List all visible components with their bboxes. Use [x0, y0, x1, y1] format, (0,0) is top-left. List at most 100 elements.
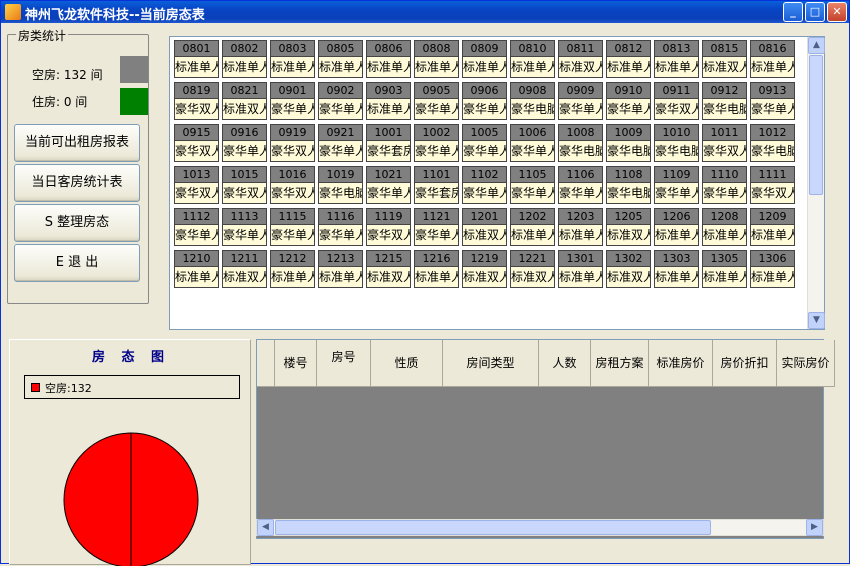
room-tile[interactable]: 1019 豪华电脑双间: [318, 166, 363, 204]
room-tile[interactable]: 1201 标准双人间: [462, 208, 507, 246]
room-tile[interactable]: 1119 豪华双人间: [366, 208, 411, 246]
room-tile[interactable]: 0915 豪华双人间: [174, 124, 219, 162]
table-column-header[interactable]: 实际房价: [777, 340, 835, 387]
minimize-button[interactable]: _: [783, 2, 803, 22]
room-tile[interactable]: 1109 豪华单人间: [654, 166, 699, 204]
room-tile[interactable]: 0812 标准单人间: [606, 40, 651, 78]
room-tile[interactable]: 1303 标准单人间: [654, 250, 699, 288]
room-tile[interactable]: 0806 标准单人间: [366, 40, 411, 78]
scroll-right-icon[interactable]: ▶: [806, 519, 823, 536]
close-button[interactable]: ✕: [827, 2, 847, 22]
room-tile[interactable]: 0919 豪华双人间: [270, 124, 315, 162]
room-tile[interactable]: 0916 豪华单人间: [222, 124, 267, 162]
room-tile[interactable]: 1113 豪华单人间: [222, 208, 267, 246]
room-tile[interactable]: 1101 豪华套房: [414, 166, 459, 204]
room-tile[interactable]: 0803 标准单人间: [270, 40, 315, 78]
table-column-header[interactable]: 人数: [539, 340, 591, 387]
scroll-left-icon[interactable]: ◀: [257, 519, 274, 536]
room-tile[interactable]: 1005 豪华单人间: [462, 124, 507, 162]
room-tile[interactable]: 1001 豪华套房: [366, 124, 411, 162]
room-tile[interactable]: 1021 豪华单人间: [366, 166, 411, 204]
scroll-thumb[interactable]: [809, 55, 823, 195]
room-tile[interactable]: 1219 标准双人间: [462, 250, 507, 288]
room-tile[interactable]: 0913 豪华单人间: [750, 82, 795, 120]
table-column-header[interactable]: 房号: [317, 340, 371, 387]
table-hscroll[interactable]: ◀ ▶: [256, 519, 824, 536]
room-tile[interactable]: 1015 豪华双人间: [222, 166, 267, 204]
room-tile[interactable]: 0909 豪华单人间: [558, 82, 603, 120]
table-column-header[interactable]: 房租方案: [591, 340, 649, 387]
room-tile[interactable]: 1006 豪华单人间: [510, 124, 555, 162]
room-grid-vscroll[interactable]: ▲ ▼: [807, 37, 825, 329]
room-tile[interactable]: 1301 标准单人间: [558, 250, 603, 288]
room-tile[interactable]: 0815 标准双人间: [702, 40, 747, 78]
room-tile[interactable]: 0811 标准双人间: [558, 40, 603, 78]
room-tile[interactable]: 1112 豪华单人间: [174, 208, 219, 246]
hscroll-thumb[interactable]: [275, 520, 711, 535]
room-tile[interactable]: 1102 豪华单人间: [462, 166, 507, 204]
room-tile[interactable]: 1010 豪华电脑单间: [654, 124, 699, 162]
rentable-report-button[interactable]: 当前可出租房报表: [14, 124, 140, 162]
table-column-header[interactable]: 房价折扣: [713, 340, 777, 387]
scroll-up-icon[interactable]: ▲: [808, 37, 825, 54]
room-tile[interactable]: 1008 豪华电脑单间: [558, 124, 603, 162]
room-tile[interactable]: 1116 豪华单人间: [318, 208, 363, 246]
room-tile[interactable]: 1208 标准单人间: [702, 208, 747, 246]
room-tile[interactable]: 1016 豪华双人间: [270, 166, 315, 204]
room-tile[interactable]: 1211 标准双人间: [222, 250, 267, 288]
scroll-down-icon[interactable]: ▼: [808, 312, 825, 329]
room-tile[interactable]: 1009 豪华电脑单间: [606, 124, 651, 162]
room-tile[interactable]: 0910 豪华单人间: [606, 82, 651, 120]
room-tile[interactable]: 0816 标准单人间: [750, 40, 795, 78]
room-tile[interactable]: 1110 豪华单人间: [702, 166, 747, 204]
room-tile[interactable]: 1221 标准双人间: [510, 250, 555, 288]
room-tile[interactable]: 0801 标准单人间: [174, 40, 219, 78]
room-tile[interactable]: 0809 标准单人间: [462, 40, 507, 78]
room-tile[interactable]: 1106 豪华单人间: [558, 166, 603, 204]
room-tile[interactable]: 1205 标准双人间: [606, 208, 651, 246]
room-tile[interactable]: 0813 标准单人间: [654, 40, 699, 78]
room-tile[interactable]: 1305 标准单人间: [702, 250, 747, 288]
room-tile[interactable]: 1012 豪华电脑单间: [750, 124, 795, 162]
room-tile[interactable]: 0903 标准单人间: [366, 82, 411, 120]
room-tile[interactable]: 0805 标准单人间: [318, 40, 363, 78]
room-tile[interactable]: 0802 标准单人间: [222, 40, 267, 78]
room-tile[interactable]: 1202 标准单人间: [510, 208, 555, 246]
room-tile[interactable]: 1203 标准单人间: [558, 208, 603, 246]
exit-button[interactable]: E 退 出: [14, 244, 140, 282]
room-tile[interactable]: 0911 豪华双人间: [654, 82, 699, 120]
room-tile[interactable]: 1206 标准单人间: [654, 208, 699, 246]
room-tile[interactable]: 1002 豪华单人间: [414, 124, 459, 162]
room-tile[interactable]: 1108 豪华电脑单间: [606, 166, 651, 204]
room-tile[interactable]: 0808 标准单人间: [414, 40, 459, 78]
room-tile[interactable]: 1212 标准单人间: [270, 250, 315, 288]
tidy-rooms-button[interactable]: S 整理房态: [14, 204, 140, 242]
room-tile[interactable]: 0906 豪华单人间: [462, 82, 507, 120]
maximize-button[interactable]: □: [805, 2, 825, 22]
room-tile[interactable]: 1213 标准单人间: [318, 250, 363, 288]
table-column-header[interactable]: 楼号: [275, 340, 317, 387]
room-tile[interactable]: 1115 豪华单人间: [270, 208, 315, 246]
table-column-header[interactable]: 性质: [371, 340, 443, 387]
room-tile[interactable]: 0905 豪华单人间: [414, 82, 459, 120]
room-tile[interactable]: 0821 标准双人间: [222, 82, 267, 120]
room-tile[interactable]: 0912 豪华电脑单间: [702, 82, 747, 120]
room-tile[interactable]: 1121 豪华单人间: [414, 208, 459, 246]
room-tile[interactable]: 1215 标准双人间: [366, 250, 411, 288]
room-tile[interactable]: 1013 豪华双人间: [174, 166, 219, 204]
room-tile[interactable]: 0810 标准单人间: [510, 40, 555, 78]
table-column-header[interactable]: 房间类型: [443, 340, 539, 387]
room-tile[interactable]: 1105 豪华单人间: [510, 166, 555, 204]
table-column-header[interactable]: 标准房价: [649, 340, 713, 387]
room-tile[interactable]: 1306 标准单人间: [750, 250, 795, 288]
room-tile[interactable]: 0819 豪华双人间: [174, 82, 219, 120]
room-tile[interactable]: 1216 标准单人间: [414, 250, 459, 288]
room-tile[interactable]: 1111 豪华双人间: [750, 166, 795, 204]
room-tile[interactable]: 1011 豪华双人间: [702, 124, 747, 162]
room-tile[interactable]: 1209 标准单人间: [750, 208, 795, 246]
room-tile[interactable]: 0901 豪华单人间: [270, 82, 315, 120]
room-tile[interactable]: 1210 标准单人间: [174, 250, 219, 288]
daily-guest-report-button[interactable]: 当日客房统计表: [14, 164, 140, 202]
room-tile[interactable]: 0908 豪华电脑单间: [510, 82, 555, 120]
room-tile[interactable]: 0921 豪华单人间: [318, 124, 363, 162]
